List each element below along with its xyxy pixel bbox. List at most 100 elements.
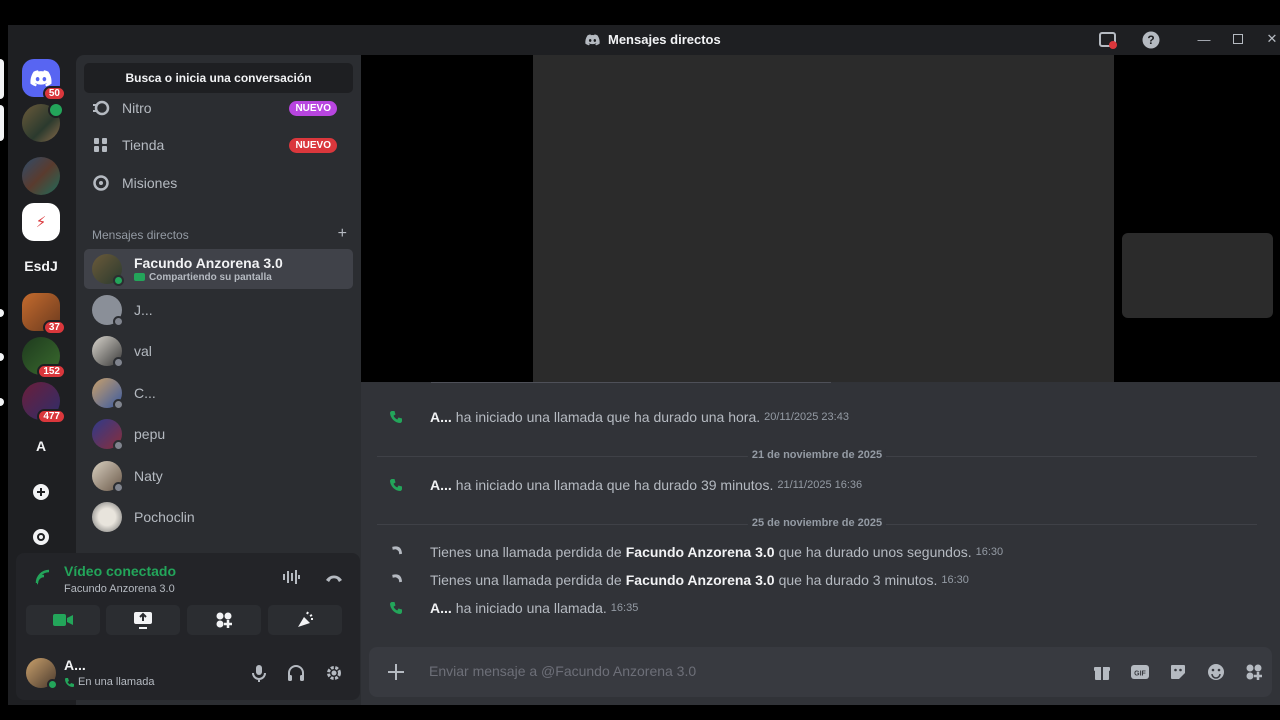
message-timestamp: 16:30	[975, 546, 1004, 558]
message-text: ha iniciado una llamada.	[455, 600, 607, 616]
avatar	[92, 295, 124, 327]
dm-item[interactable]: J...	[84, 290, 353, 330]
deafen-button[interactable]	[285, 662, 307, 684]
voice-channel[interactable]: Facundo Anzorena 3.0	[64, 583, 175, 595]
new-badge: NUEVO	[289, 138, 337, 153]
nav-label: Misiones	[122, 175, 178, 191]
soundboard-icon	[298, 611, 313, 627]
disconnect-icon[interactable]	[324, 571, 344, 583]
maximize-icon[interactable]	[1230, 31, 1246, 47]
message-composer[interactable]: Enviar mensaje a @Facundo Anzorena 3.0 G…	[369, 647, 1272, 697]
nav-nitro[interactable]: Nitro NUEVO	[84, 90, 353, 126]
camera-icon	[53, 614, 73, 626]
message-text: Tienes una llamada perdida de	[430, 572, 622, 588]
offline-status-icon	[113, 399, 124, 410]
stage-resize-handle[interactable]	[431, 382, 831, 383]
dm-item[interactable]: val	[84, 331, 353, 371]
server-icon[interactable]: A	[22, 427, 60, 465]
discord-logo-icon	[30, 69, 52, 86]
soundboard-button[interactable]	[268, 605, 342, 635]
screen-share-icon	[134, 273, 145, 281]
emoji-icon[interactable]	[1206, 662, 1226, 682]
home-button[interactable]: 50	[22, 59, 66, 101]
headphones-icon	[288, 665, 304, 681]
call-message: A... ha iniciado una llamada que ha dura…	[389, 409, 849, 425]
dm-section-header: Mensajes directos +	[92, 226, 347, 243]
stream-video[interactable]	[533, 55, 1114, 382]
settings-button[interactable]	[323, 662, 345, 684]
sticker-icon[interactable]	[1168, 662, 1188, 682]
nav-quests[interactable]: Misiones	[84, 165, 353, 201]
avatar	[92, 378, 124, 410]
nav-shop[interactable]: Tienda NUEVO	[84, 127, 353, 163]
screen-share-icon	[134, 612, 152, 629]
unread-dot	[0, 353, 4, 361]
server-icon[interactable]: ⚡	[22, 203, 60, 241]
discord-logo-icon	[585, 33, 600, 45]
phone-icon	[390, 602, 402, 614]
avatar	[92, 336, 124, 368]
window-title: Mensajes directos	[585, 32, 721, 47]
explore-icon[interactable]	[22, 518, 60, 556]
unread-dot	[0, 309, 4, 317]
dm-name: Naty	[134, 468, 163, 484]
message-timestamp: 20/11/2025 23:43	[764, 411, 849, 423]
message-text: que ha durado unos segundos.	[778, 544, 972, 560]
participant-tile[interactable]	[1122, 233, 1273, 318]
window-title-text: Mensajes directos	[608, 32, 721, 47]
message-text: Tienes una llamada perdida de	[430, 544, 622, 560]
message-author[interactable]: Facundo Anzorena 3.0	[626, 544, 775, 560]
discord-window: Mensajes directos ? — ✕ 50 ⚡ EsdJ 37 152…	[0, 25, 1280, 705]
help-icon[interactable]: ?	[1141, 30, 1161, 50]
message-author[interactable]: A...	[430, 600, 452, 616]
message-author[interactable]: A...	[430, 477, 452, 493]
add-server-icon[interactable]	[22, 473, 60, 511]
signal-icon[interactable]	[34, 568, 52, 586]
user-panel: A... En una llamada	[16, 648, 360, 700]
server-icon[interactable]	[22, 157, 60, 195]
unread-dot	[0, 398, 4, 406]
svg-text:GIF: GIF	[1134, 671, 1146, 678]
dm-item[interactable]: Naty	[84, 456, 353, 496]
svg-text:?: ?	[1147, 33, 1154, 47]
user-status: En una llamada	[64, 676, 154, 688]
server-label: EsdJ	[24, 258, 58, 274]
offline-status-icon	[113, 316, 124, 327]
screen-share-button[interactable]	[106, 605, 180, 635]
dm-item[interactable]: Pochoclin	[84, 497, 353, 537]
server-icon[interactable]: EsdJ	[22, 247, 60, 285]
dm-item[interactable]: C...	[84, 373, 353, 413]
message-input[interactable]: Enviar mensaje a @Facundo Anzorena 3.0	[429, 663, 696, 679]
attach-plus-icon[interactable]	[385, 661, 407, 683]
camera-button[interactable]	[26, 605, 100, 635]
message-author[interactable]: A...	[430, 409, 452, 425]
dm-item[interactable]: pepu	[84, 414, 353, 454]
nav-label: Nitro	[122, 100, 152, 116]
dm-activity-text: Compartiendo su pantalla	[149, 272, 272, 283]
apps-icon[interactable]	[1244, 662, 1264, 682]
message-author[interactable]: Facundo Anzorena 3.0	[626, 572, 775, 588]
server-icon[interactable]: 477	[22, 382, 66, 424]
noise-suppression-icon[interactable]	[282, 569, 300, 585]
dm-name: val	[134, 343, 152, 359]
missed-call-icon	[392, 546, 403, 555]
gif-icon[interactable]: GIF	[1130, 662, 1150, 682]
user-avatar[interactable]	[26, 658, 58, 690]
activities-button[interactable]	[187, 605, 261, 635]
inbox-icon[interactable]	[1098, 30, 1118, 50]
gift-icon[interactable]	[1092, 662, 1112, 682]
server-icon[interactable]: 152	[22, 337, 66, 379]
create-dm-icon[interactable]: +	[338, 226, 347, 242]
search-button[interactable]: Busca o inicia una conversación	[84, 63, 353, 93]
phone-icon	[65, 678, 74, 687]
mute-button[interactable]	[248, 662, 270, 684]
close-icon[interactable]: ✕	[1264, 31, 1280, 47]
message-text: ha iniciado una llamada que ha durado 39…	[455, 477, 774, 493]
active-call-avatar[interactable]	[22, 102, 64, 142]
dm-item[interactable]: Facundo Anzorena 3.0 Compartiendo su pan…	[84, 249, 353, 289]
user-status-text: En una llamada	[78, 676, 155, 688]
server-icon[interactable]: 37	[22, 293, 66, 335]
minimize-icon[interactable]: —	[1196, 31, 1212, 47]
message-text: ha iniciado una llamada que ha durado un…	[455, 409, 761, 425]
date-divider: 21 de noviembre de 2025	[377, 449, 1257, 461]
